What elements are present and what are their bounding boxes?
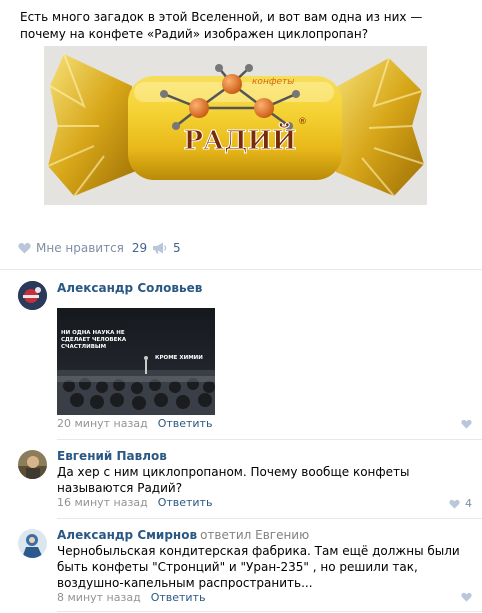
post-photo[interactable]: конфеты РАДИЙ ® [44, 46, 427, 205]
comment-divider [57, 518, 482, 519]
post-actions-bar: Мне нравится 29 5 [0, 226, 482, 270]
avatar[interactable] [18, 529, 47, 558]
like-count: 29 [131, 241, 148, 255]
comment-divider [57, 439, 482, 440]
post-text: Есть много загадок в этой Вселенной, и в… [20, 10, 423, 41]
like-button[interactable]: Мне нравится 29 [18, 239, 147, 257]
comment-like-button[interactable]: 4 [449, 497, 472, 510]
avatar[interactable] [18, 450, 47, 479]
comment: Евгений Павлов Да хер с ним циклопропано… [0, 441, 482, 519]
comment-author[interactable]: Евгений Павлов [57, 449, 167, 463]
heart-icon [461, 419, 472, 429]
comment-author[interactable]: Александр Соловьев [57, 281, 202, 295]
comment-time[interactable]: 16 минут назад [57, 496, 148, 509]
heart-icon [449, 499, 460, 509]
comment-like-button[interactable] [461, 419, 472, 429]
meme-caption-top: НИ ОДНА НАУКА НЕ СДЕЛАЕТ ЧЕЛОВЕКА СЧАСТЛ… [61, 330, 127, 350]
comment-like-count: 4 [465, 497, 472, 510]
wrapper-text: конфеты [252, 77, 294, 87]
comment-like-button[interactable] [461, 592, 472, 602]
comment-text: Чернобыльская кондитерская фабрика. Там … [57, 544, 460, 590]
comment-attachment-image[interactable]: НИ ОДНА НАУКА НЕ СДЕЛАЕТ ЧЕЛОВЕКА СЧАСТЛ… [57, 308, 215, 415]
heart-icon [461, 592, 472, 602]
share-button[interactable]: 5 [152, 239, 181, 257]
comment: Александр Смирнов ответил Евгению Чернобы… [0, 520, 482, 613]
comment-meta: 8 минут назад Ответить [57, 591, 205, 604]
comment-meta: 16 минут назад Ответить [57, 496, 212, 509]
comment-time[interactable]: 20 минут назад [57, 417, 148, 430]
comment-author[interactable]: Александр Смирнов ответил Евгению [57, 528, 309, 542]
comment: Александр Соловьев НИ ОДНА НАУКА НЕ СДЕЛ… [0, 271, 482, 440]
heart-icon [18, 243, 31, 254]
comment-text: Да хер с ним циклопропаном. Почему вообщ… [57, 465, 410, 495]
comment-time[interactable]: 8 минут назад [57, 591, 141, 604]
avatar[interactable] [18, 281, 47, 310]
comment-divider [57, 611, 482, 612]
comment-author-name[interactable]: Александр Смирнов [57, 528, 197, 542]
share-count: 5 [173, 241, 181, 255]
registered-mark: ® [298, 117, 307, 127]
reply-button[interactable]: Ответить [151, 591, 206, 604]
share-megaphone-icon [153, 242, 167, 254]
comment-meta: 20 минут назад Ответить [57, 417, 212, 430]
like-label: Мне нравится [36, 241, 124, 255]
reply-button[interactable]: Ответить [158, 496, 213, 509]
meme-caption-side: КРОМЕ ХИМИИ [155, 355, 203, 361]
replied-to[interactable]: ответил Евгению [200, 528, 309, 542]
reply-button[interactable]: Ответить [158, 417, 213, 430]
brand-text: РАДИЙ [184, 123, 297, 156]
